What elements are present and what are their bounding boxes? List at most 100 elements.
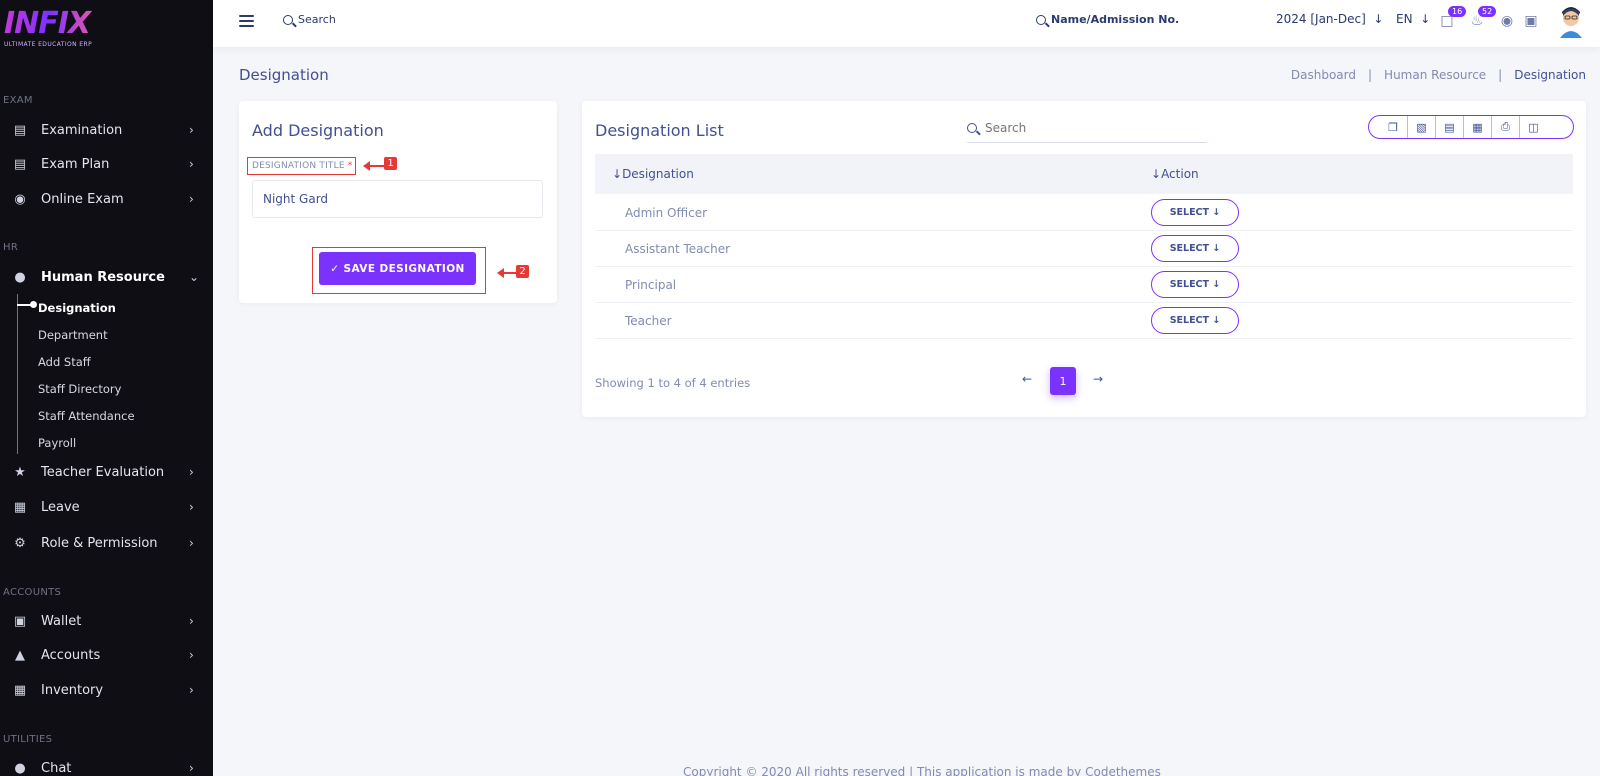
chat-icon[interactable]: □ 16 bbox=[1438, 6, 1467, 30]
search-icon bbox=[967, 122, 977, 133]
avatar[interactable] bbox=[1558, 4, 1584, 38]
sidebar-item-label: Exam Plan bbox=[41, 156, 110, 172]
column-designation[interactable]: ↓Designation bbox=[612, 167, 694, 181]
sidebar-item-teacher-evaluation[interactable]: ★ Teacher Evaluation › bbox=[0, 458, 213, 486]
map-icon: ▤ bbox=[13, 122, 27, 138]
table-row: Assistant Teacher SELECT ↓ bbox=[595, 231, 1573, 267]
student-search[interactable]: Name/Admission No. bbox=[1036, 13, 1179, 26]
export-button-group: ❐ ▧ ▤ ▦ ⎙ ◫ bbox=[1368, 115, 1574, 139]
language-value: EN bbox=[1396, 12, 1413, 26]
chevron-right-icon: › bbox=[189, 536, 194, 550]
sidebar-item-label: Examination bbox=[41, 122, 123, 138]
document-icon: ▤ bbox=[13, 156, 27, 172]
bank-icon: ▲ bbox=[15, 647, 25, 663]
sidebar-item-exam-plan[interactable]: ▤ Exam Plan › bbox=[0, 150, 213, 178]
menu-toggle-icon[interactable] bbox=[239, 15, 254, 27]
submenu-staff-attendance[interactable]: Staff Attendance bbox=[38, 409, 135, 423]
designation-list-title: Designation List bbox=[595, 121, 724, 140]
chat-icon: ● bbox=[14, 760, 26, 776]
globe-icon[interactable]: ◉ bbox=[1498, 12, 1516, 30]
sidebar-item-label: Wallet bbox=[41, 613, 82, 629]
chevron-right-icon: › bbox=[189, 465, 194, 479]
annotation-arrow-1 bbox=[363, 161, 385, 171]
sidebar-item-examination[interactable]: ▤ Examination › bbox=[0, 116, 213, 144]
academic-year-value: 2024 [Jan-Dec] bbox=[1276, 12, 1366, 26]
notification-badge: 52 bbox=[1478, 6, 1497, 17]
logo[interactable]: INFIX ULTIMATE EDUCATION ERP bbox=[4, 8, 104, 52]
student-search-label: Name/Admission No. bbox=[1051, 13, 1180, 26]
chevron-right-icon: › bbox=[189, 683, 194, 697]
columns-icon[interactable]: ◫ bbox=[1519, 116, 1547, 138]
footer-copyright: Copyright © 2020 All rights reserved | T… bbox=[683, 765, 1161, 776]
annotation-number-2: 2 bbox=[516, 265, 529, 278]
submenu-add-staff[interactable]: Add Staff bbox=[38, 355, 91, 369]
select-dropdown-button[interactable]: SELECT ↓ bbox=[1151, 271, 1239, 298]
header-search-label: Search bbox=[298, 13, 336, 26]
sidebar-item-chat[interactable]: ● Chat › bbox=[0, 754, 213, 776]
header-search[interactable]: Search bbox=[283, 13, 336, 26]
list-search bbox=[967, 113, 1207, 143]
submenu-designation[interactable]: Designation bbox=[38, 301, 116, 315]
sidebar-item-label: Online Exam bbox=[41, 191, 124, 207]
table-row: Admin Officer SELECT ↓ bbox=[595, 195, 1573, 231]
logo-tagline: ULTIMATE EDUCATION ERP bbox=[4, 41, 93, 48]
select-dropdown-button[interactable]: SELECT ↓ bbox=[1151, 235, 1239, 262]
globe-icon: ◉ bbox=[14, 191, 26, 207]
excel-icon[interactable]: ▧ bbox=[1407, 116, 1435, 138]
column-action-label: Action bbox=[1161, 167, 1199, 181]
top-header: Search Name/Admission No. 2024 [Jan-Dec]… bbox=[213, 0, 1600, 47]
designation-name: Principal bbox=[625, 278, 677, 292]
sidebar-item-human-resource[interactable]: ● Human Resource ⌄ bbox=[0, 263, 213, 291]
breadcrumb-dashboard[interactable]: Dashboard bbox=[1291, 68, 1356, 82]
breadcrumb-human-resource[interactable]: Human Resource bbox=[1384, 68, 1486, 82]
sidebar-item-online-exam[interactable]: ◉ Online Exam › bbox=[0, 185, 213, 213]
copy-icon[interactable]: ❐ bbox=[1379, 116, 1407, 138]
inventory-icon: ▦ bbox=[13, 682, 27, 698]
sidebar-item-accounts[interactable]: ▲ Accounts › bbox=[0, 641, 213, 669]
submenu-department[interactable]: Department bbox=[38, 328, 108, 342]
sidebar-item-label: Chat bbox=[41, 760, 72, 776]
column-action[interactable]: ↓Action bbox=[1151, 167, 1199, 181]
annotation-number-1: 1 bbox=[384, 157, 397, 170]
table-row: Teacher SELECT ↓ bbox=[595, 303, 1573, 339]
chevron-right-icon: › bbox=[189, 192, 194, 206]
annotation-box-1 bbox=[247, 157, 356, 175]
table-info: Showing 1 to 4 of 4 entries bbox=[595, 376, 751, 390]
language-select[interactable]: EN ↓ bbox=[1396, 12, 1430, 26]
csv-icon[interactable]: ▤ bbox=[1435, 116, 1463, 138]
wallet-icon: ▣ bbox=[13, 613, 27, 629]
bed-icon: ▦ bbox=[13, 499, 27, 515]
designation-name: Assistant Teacher bbox=[625, 242, 731, 256]
sidebar-item-role-permission[interactable]: ⚙ Role & Permission › bbox=[0, 529, 213, 557]
arrow-left-icon[interactable]: ← bbox=[1022, 372, 1032, 386]
dashboard-icon[interactable]: ▣ bbox=[1522, 12, 1540, 30]
star-icon: ★ bbox=[14, 464, 26, 480]
arrow-down-icon: ↓ bbox=[1416, 12, 1431, 26]
arrow-right-icon[interactable]: → bbox=[1093, 372, 1103, 386]
logo-text: INFIX bbox=[4, 8, 104, 40]
section-hr: HR bbox=[3, 242, 19, 253]
sidebar-item-label: Human Resource bbox=[41, 269, 165, 285]
print-icon[interactable]: ⎙ bbox=[1491, 116, 1519, 138]
bell-icon[interactable]: ♨ 52 bbox=[1468, 6, 1497, 30]
academic-year-select[interactable]: 2024 [Jan-Dec] ↓ bbox=[1276, 12, 1383, 26]
chevron-right-icon: › bbox=[189, 157, 194, 171]
sidebar-item-label: Leave bbox=[41, 499, 80, 515]
users-icon: ● bbox=[14, 269, 26, 285]
designation-name: Teacher bbox=[625, 314, 672, 328]
submenu-payroll[interactable]: Payroll bbox=[38, 436, 76, 450]
sidebar-item-wallet[interactable]: ▣ Wallet › bbox=[0, 607, 213, 635]
submenu-staff-directory[interactable]: Staff Directory bbox=[38, 382, 121, 396]
designation-title-input[interactable] bbox=[252, 180, 543, 218]
sidebar-item-leave[interactable]: ▦ Leave › bbox=[0, 493, 213, 521]
table-header: ↓Designation ↓Action bbox=[595, 154, 1573, 194]
select-dropdown-button[interactable]: SELECT ↓ bbox=[1151, 199, 1239, 226]
select-dropdown-button[interactable]: SELECT ↓ bbox=[1151, 307, 1239, 334]
pdf-icon[interactable]: ▦ bbox=[1463, 116, 1491, 138]
list-search-input[interactable] bbox=[985, 120, 1185, 135]
arrow-down-icon: ↓ bbox=[1369, 12, 1384, 26]
sidebar-item-inventory[interactable]: ▦ Inventory › bbox=[0, 676, 213, 704]
pagination-current-page[interactable]: 1 bbox=[1050, 367, 1076, 395]
add-designation-title: Add Designation bbox=[252, 121, 384, 140]
search-icon bbox=[1036, 14, 1046, 25]
